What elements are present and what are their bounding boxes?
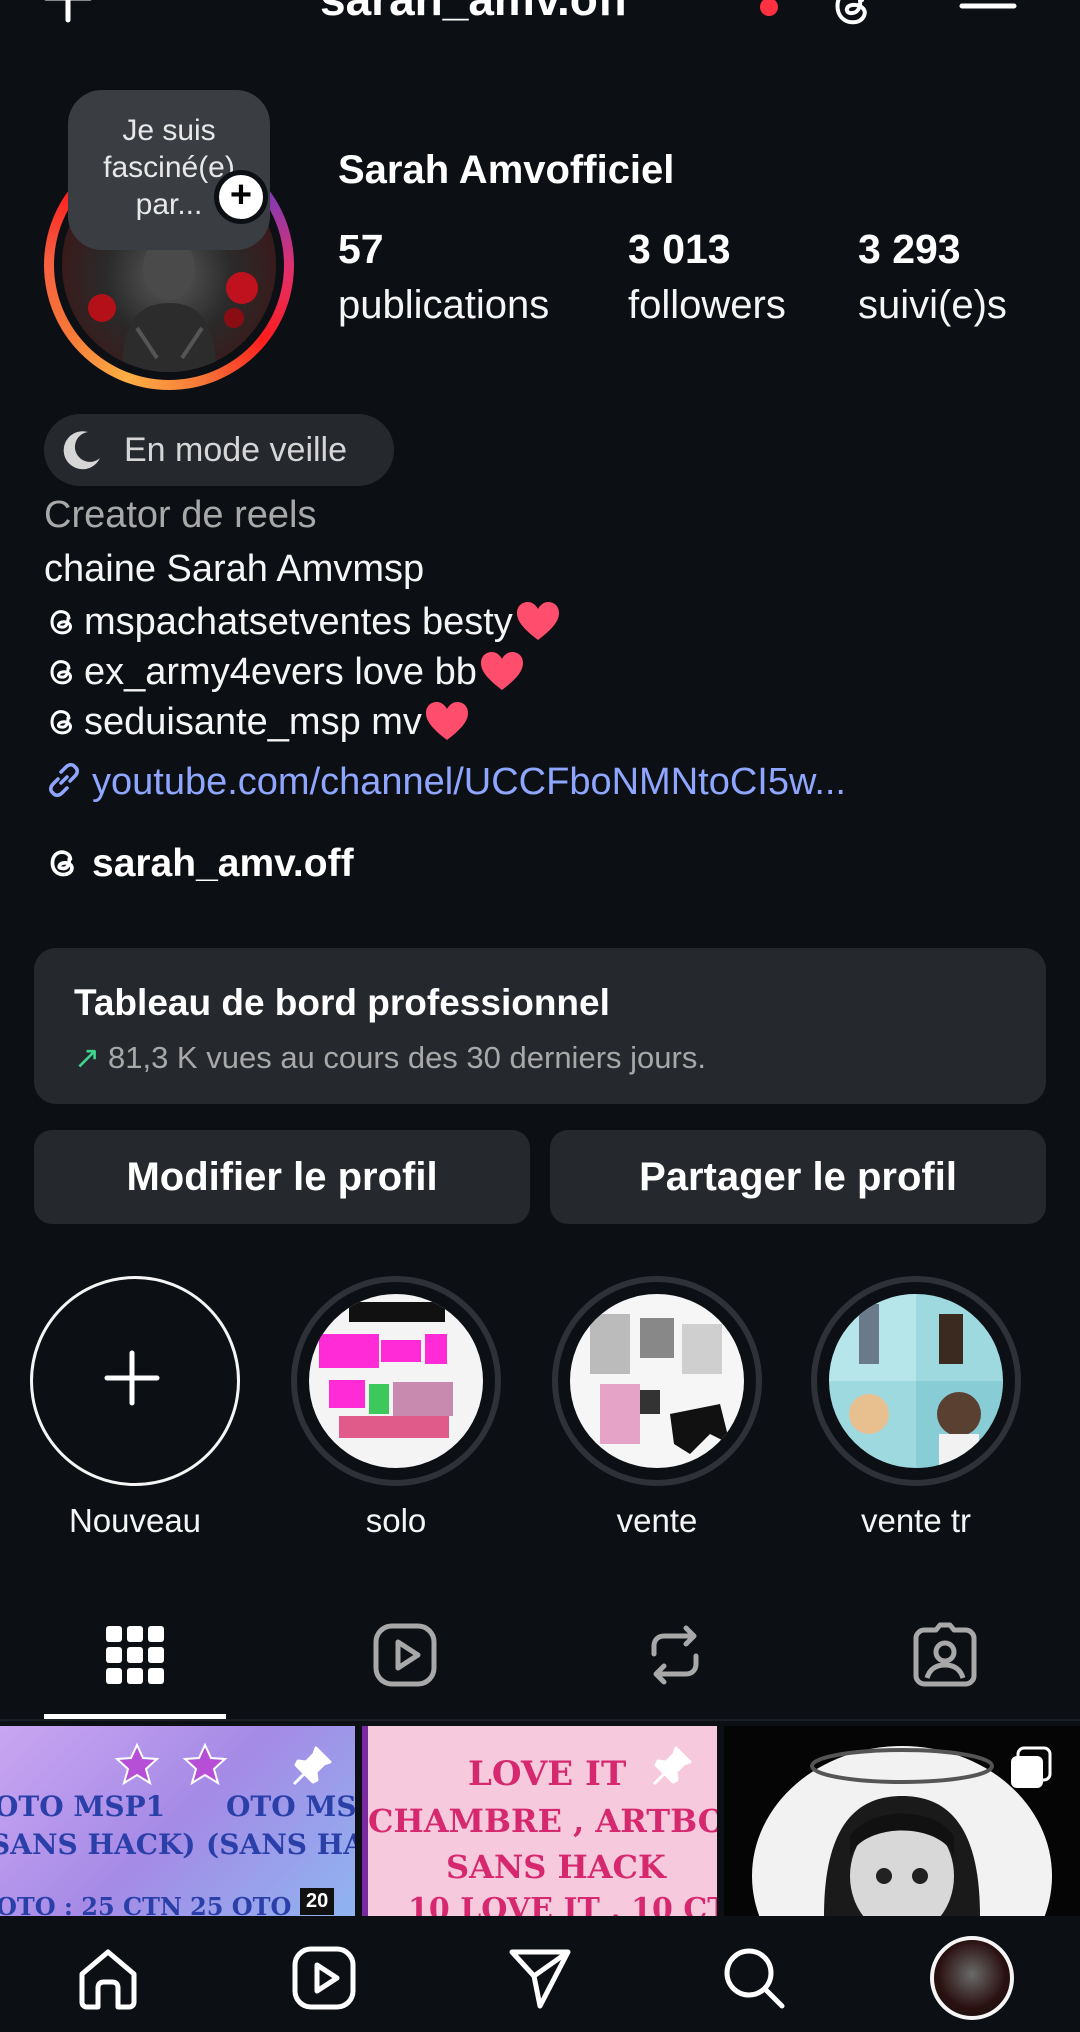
post-badge: 20 <box>300 1888 335 1915</box>
bio-mention-line[interactable]: seduisante_msp mv <box>44 700 470 744</box>
direct-icon[interactable] <box>506 1944 574 2012</box>
status-text: En mode veille <box>124 430 348 469</box>
link-icon <box>49 763 79 797</box>
threads-icon <box>50 710 72 735</box>
plus-icon <box>104 1350 160 1406</box>
highlight-label: solo <box>365 1502 427 1539</box>
dashboard-subtitle: ↗ 81,3 K vues au cours des 30 derniers jo… <box>74 1040 706 1075</box>
display-name: Sarah Amvofficiel <box>338 148 675 192</box>
star-sticker-icon <box>182 1742 228 1786</box>
highlight-label: Nouveau <box>68 1502 202 1539</box>
stat-followers-value: 3 013 <box>628 226 731 272</box>
bio-mention-line[interactable]: mspachatsetventes besty <box>44 600 561 644</box>
edit-profile-button[interactable]: Modifier le profil <box>34 1130 530 1224</box>
stat-following-label: suivi(e)s <box>858 283 1007 327</box>
heart-icon <box>480 652 523 690</box>
create-plus-icon[interactable] <box>40 0 96 26</box>
status-pill[interactable]: En mode veille <box>44 414 394 486</box>
moon-icon <box>63 431 100 470</box>
threads-icon[interactable] <box>826 0 878 30</box>
stat-posts-value: 57 <box>338 226 384 272</box>
highlight-label: vente tr <box>860 1502 972 1539</box>
bio-mention-line[interactable]: ex_army4evers love bb <box>44 650 525 694</box>
reels-icon[interactable] <box>370 1620 440 1690</box>
threads-icon <box>50 610 72 635</box>
menu-icon[interactable] <box>958 0 1018 26</box>
top-bar: sarah_amv.off <box>0 0 1080 40</box>
post-thumbnail[interactable] <box>724 1726 1080 1916</box>
search-icon[interactable] <box>720 1944 788 2012</box>
grid-icon[interactable] <box>100 1620 170 1690</box>
bio-link[interactable]: youtube.com/channel/UCCFboNMNtoCI5w... <box>44 760 846 804</box>
tagged-icon[interactable] <box>910 1620 980 1690</box>
stat-followers-label: followers <box>628 283 786 327</box>
stat-following[interactable]: 3 293 suivi(e)s <box>858 226 1007 328</box>
category-label: Creator de reels <box>44 494 317 536</box>
highlight-cover <box>309 1294 483 1468</box>
reposts-icon[interactable] <box>640 1620 710 1690</box>
star-sticker-icon <box>114 1742 160 1786</box>
highlight-cover <box>570 1294 744 1468</box>
trend-up-icon: ↗ <box>74 1040 100 1075</box>
profile-avatar[interactable] <box>930 1936 1014 2020</box>
bio-line: chaine Sarah Amvmsp <box>44 548 425 590</box>
pin-icon <box>652 1746 692 1786</box>
stat-followers[interactable]: 3 013 followers <box>628 226 786 328</box>
highlight-solo[interactable]: solo <box>291 1276 501 1540</box>
stat-following-value: 3 293 <box>858 226 961 272</box>
pin-icon <box>292 1746 332 1786</box>
highlight-cover <box>829 1294 1003 1468</box>
heart-icon <box>516 602 559 640</box>
share-profile-button[interactable]: Partager le profil <box>550 1130 1046 1224</box>
home-icon[interactable] <box>74 1944 142 2012</box>
stat-posts-label: publications <box>338 283 550 327</box>
divider <box>0 1719 1080 1721</box>
highlight-vente-tr[interactable]: vente tr <box>811 1276 1021 1540</box>
heart-icon <box>425 702 468 740</box>
add-story-plus-icon[interactable]: + <box>214 170 268 224</box>
new-highlight-circle[interactable] <box>30 1276 240 1486</box>
chevron-down-icon[interactable] <box>710 0 740 8</box>
bottom-nav <box>0 1916 1080 2032</box>
stat-posts[interactable]: 57 publications <box>338 226 549 328</box>
carousel-icon <box>1011 1746 1052 1788</box>
notification-dot <box>760 0 778 16</box>
dashboard-title: Tableau de bord professionnel <box>74 982 610 1023</box>
professional-dashboard[interactable]: Tableau de bord professionnel ↗ 81,3 K vu… <box>34 948 1046 1104</box>
post-thumbnail[interactable]: OTO MSP1 SANS HACK) OTO : 25 CTN OTO MSP… <box>0 1726 355 1916</box>
threads-icon <box>50 660 72 685</box>
threads-profile-link[interactable]: sarah_amv.off <box>44 842 354 886</box>
post-thumbnail[interactable]: LOVE IT CHAMBRE , ARTBOOK SANS HACK 10 L… <box>362 1726 717 1916</box>
username-title[interactable]: sarah_amv.off <box>320 0 629 26</box>
threads-icon <box>50 850 74 877</box>
highlight-new[interactable]: Nouveau <box>30 1276 240 1540</box>
reels-icon[interactable] <box>290 1944 358 2012</box>
highlight-vente[interactable]: vente <box>552 1276 762 1540</box>
highlight-label: vente <box>616 1502 698 1539</box>
